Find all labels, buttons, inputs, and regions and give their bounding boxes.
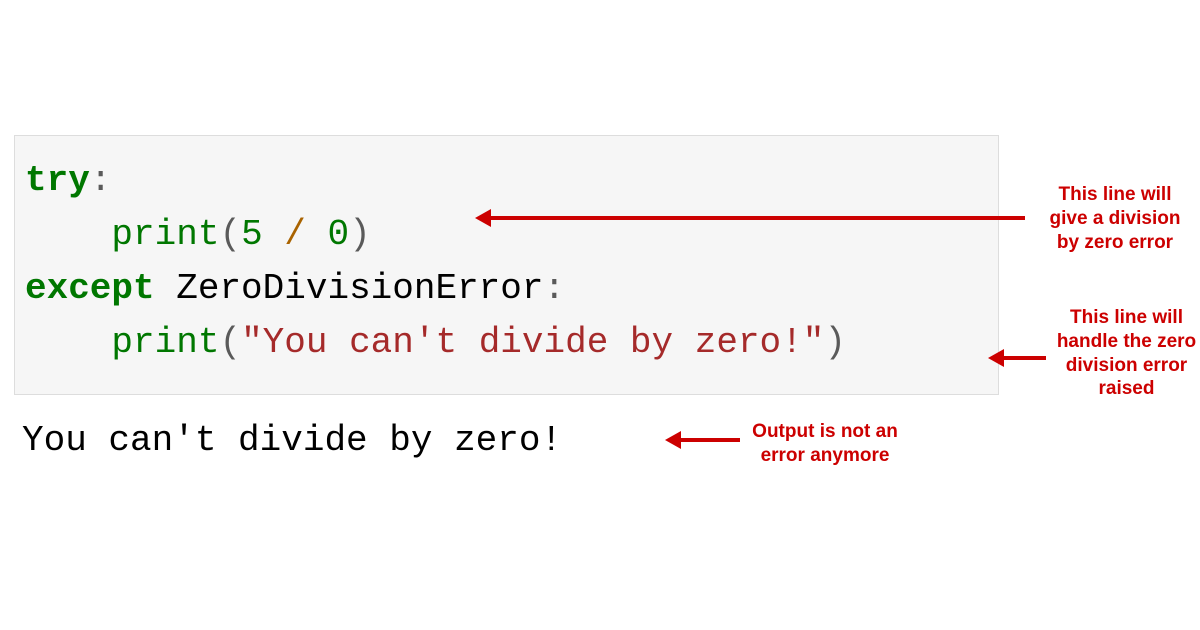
code-line-4: print("You can't divide by zero!") [25, 316, 988, 370]
print-fn: print [111, 322, 219, 363]
indent [25, 214, 111, 255]
output-text: You can't divide by zero! [22, 420, 562, 461]
space [263, 214, 285, 255]
code-line-1: try: [25, 154, 988, 208]
arrow-head-left-icon [988, 349, 1004, 367]
zero-division-error-ident: ZeroDivisionError [176, 268, 543, 309]
except-keyword: except [25, 268, 155, 309]
div-op: / [284, 214, 306, 255]
colon: : [544, 268, 566, 309]
annotation-1: This line will give a division by zero e… [1040, 183, 1190, 254]
close-paren: ) [349, 214, 371, 255]
arrow-head-left-icon [475, 209, 491, 227]
string-literal: "You can't divide by zero!" [241, 322, 824, 363]
close-paren: ) [824, 322, 846, 363]
open-paren: ( [219, 322, 241, 363]
try-keyword: try [25, 160, 90, 201]
open-paren: ( [219, 214, 241, 255]
arrow-1 [490, 216, 1025, 220]
arrow-3 [680, 438, 740, 442]
code-block: try: print(5 / 0) except ZeroDivisionErr… [14, 135, 999, 395]
annotation-2: This line will handle the zero division … [1049, 306, 1200, 401]
num5: 5 [241, 214, 263, 255]
num0: 0 [328, 214, 350, 255]
colon: : [90, 160, 112, 201]
code-line-3: except ZeroDivisionError: [25, 262, 988, 316]
print-fn: print [111, 214, 219, 255]
space [306, 214, 328, 255]
arrow-head-left-icon [665, 431, 681, 449]
annotation-3: Output is not an error anymore [745, 420, 905, 468]
indent [25, 322, 111, 363]
arrow-2 [1003, 356, 1046, 360]
space [155, 268, 177, 309]
